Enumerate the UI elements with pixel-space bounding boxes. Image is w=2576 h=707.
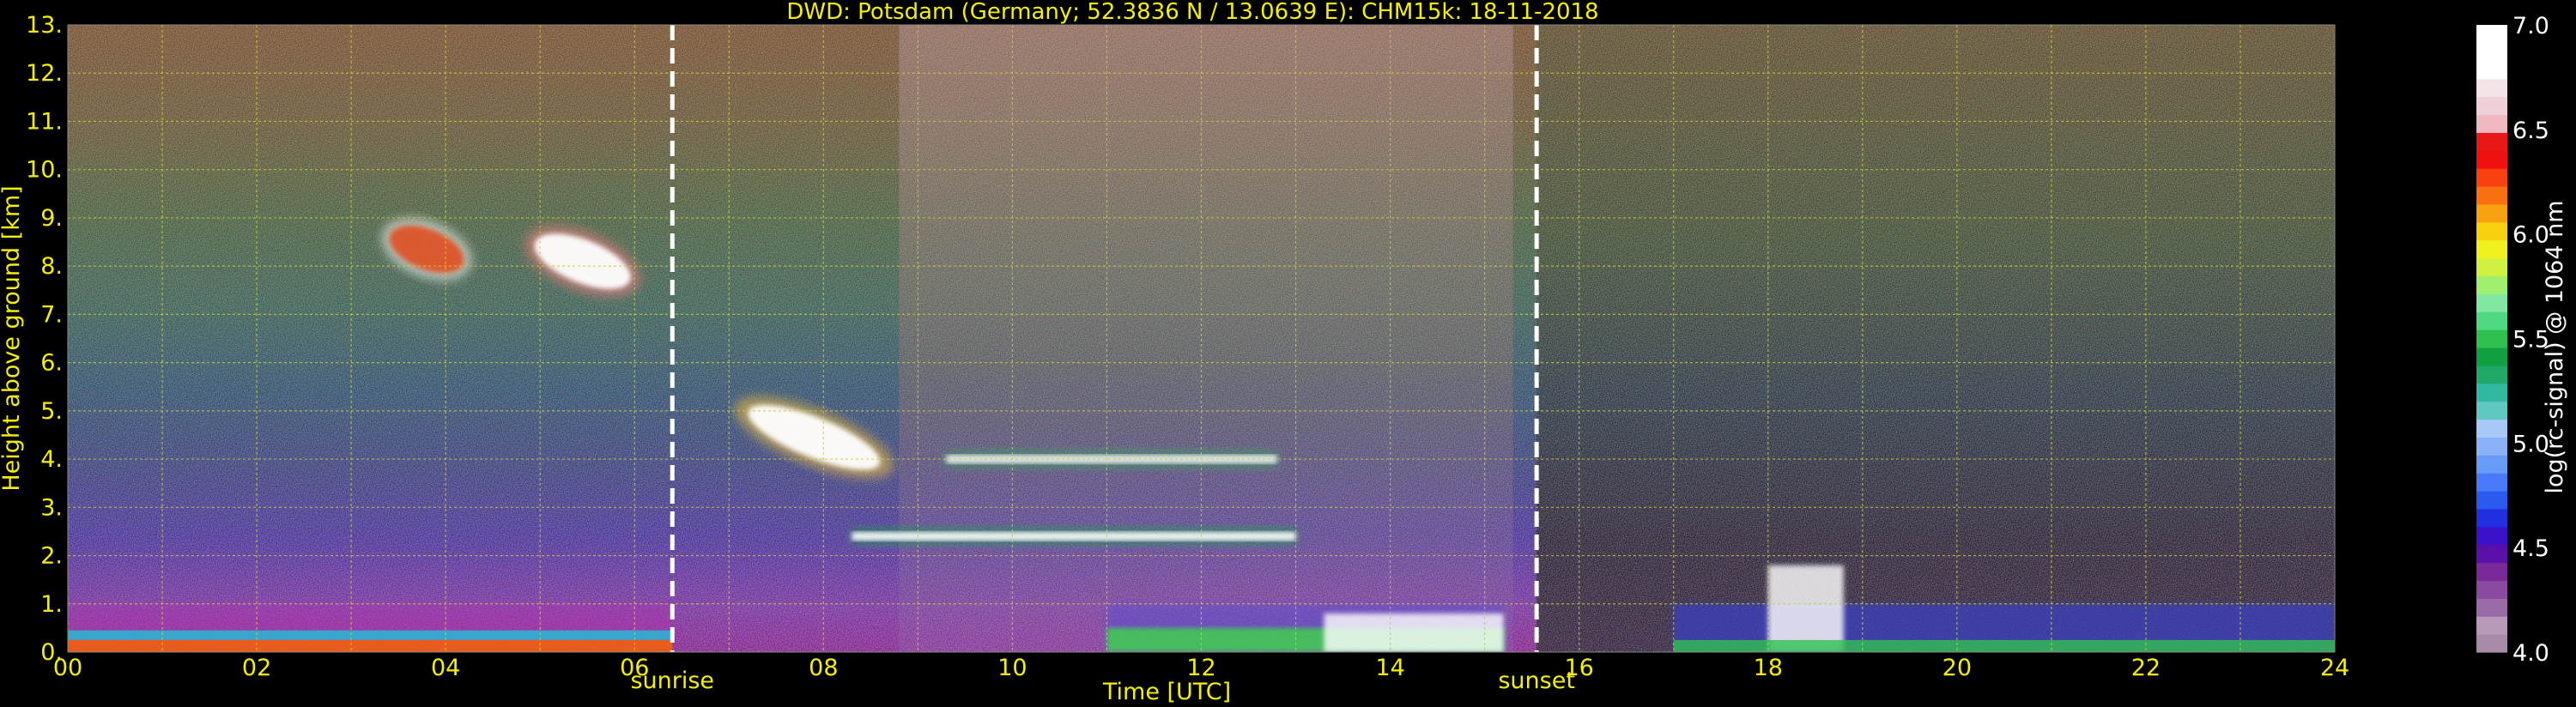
colorbar-swatch <box>2476 132 2507 151</box>
colorbar-swatch <box>2476 78 2507 98</box>
x-tick-label: 04 <box>431 655 460 681</box>
colorbar-tick-label: 4.0 <box>2512 640 2549 667</box>
colorbar-swatch <box>2476 239 2507 259</box>
colorbar-swatch <box>2476 473 2507 492</box>
colorbar-tick-label: 7.0 <box>2512 13 2549 39</box>
x-tick-label: 08 <box>809 655 838 681</box>
colorbar-swatch <box>2476 257 2507 276</box>
colorbar-swatch <box>2476 598 2507 617</box>
colorbar-label: log(rc-signal) @ 1064 nm <box>2542 200 2568 493</box>
x-tick-label: 22 <box>2131 655 2161 681</box>
event-label-sunrise: sunrise <box>630 668 714 694</box>
y-tick-label: 12. <box>26 60 63 87</box>
y-axis-label: Height above ground [km] <box>0 185 25 491</box>
colorbar-swatch <box>2476 526 2507 546</box>
colorbar-swatch <box>2476 168 2507 187</box>
y-tick-label: 0. <box>40 639 63 666</box>
feature-boundary-layer-2 <box>1106 603 1504 652</box>
colorbar-swatch <box>2476 580 2507 599</box>
y-tick-label: 6. <box>40 350 63 377</box>
x-tick-label: 18 <box>1754 655 1783 681</box>
colorbar-swatch <box>2476 25 2507 44</box>
colorbar-swatch <box>2476 401 2507 420</box>
colorbar-swatch <box>2476 508 2507 528</box>
x-tick-label: 20 <box>1943 655 1972 681</box>
x-tick-label: 14 <box>1375 655 1404 681</box>
y-tick-label: 8. <box>40 253 63 280</box>
colorbar-swatch <box>2476 114 2507 133</box>
y-tick-label: 10. <box>26 157 63 184</box>
colorbar-tick-label: 4.5 <box>2512 535 2549 562</box>
colorbar-swatch <box>2476 60 2507 80</box>
y-tick-label: 13. <box>26 12 63 39</box>
y-tick-label: 11. <box>26 108 63 135</box>
colorbar-swatch <box>2476 185 2507 205</box>
x-tick-label: 10 <box>997 655 1027 681</box>
colorbar-swatch <box>2476 419 2507 438</box>
y-tick-label: 1. <box>40 591 63 618</box>
ceilometer-chart: 00 02 04 06 08 10 12 14 16 18 20 22 240.1.2.3.4.5.6.… <box>0 0 2568 705</box>
y-tick-label: 3. <box>40 494 63 521</box>
colorbar-swatch <box>2476 42 2507 62</box>
colorbar-swatch <box>2476 383 2507 402</box>
colorbar-swatch <box>2476 293 2507 312</box>
y-tick-label: 9. <box>40 205 63 232</box>
colorbar-swatch <box>2476 544 2507 564</box>
colorbar-swatch <box>2476 491 2507 510</box>
y-tick-label: 4. <box>40 446 63 473</box>
colorbar-swatch <box>2476 616 2507 635</box>
colorbar: 4.04.55.05.56.06.57.0 <box>2476 13 2549 667</box>
y-tick-label: 2. <box>40 543 63 570</box>
colorbar-swatch <box>2476 634 2507 653</box>
chart-title: DWD: Potsdam (Germany; 52.3836 N / 13.06… <box>786 0 1598 25</box>
colorbar-swatch <box>2476 562 2507 582</box>
colorbar-swatch <box>2476 203 2507 223</box>
x-axis-label: Time [UTC] <box>1102 679 1231 705</box>
y-tick-label: 5. <box>40 398 63 425</box>
colorbar-tick-label: 6.5 <box>2512 118 2549 144</box>
x-tick-label: 02 <box>242 655 271 681</box>
y-tick-label: 7. <box>40 301 63 328</box>
colorbar-swatch <box>2476 365 2507 384</box>
colorbar-swatch <box>2476 437 2507 456</box>
colorbar-swatch <box>2476 455 2507 474</box>
colorbar-swatch <box>2476 96 2507 116</box>
colorbar-swatch <box>2476 221 2507 241</box>
x-tick-label: 12 <box>1186 655 1215 681</box>
colorbar-swatch <box>2476 329 2507 348</box>
plot-area <box>68 25 2335 652</box>
x-tick-label: 24 <box>2320 655 2349 681</box>
feature-boundary-layer-1 <box>68 603 673 652</box>
event-label-sunset: sunset <box>1498 668 1575 694</box>
colorbar-swatch <box>2476 150 2507 169</box>
colorbar-swatch <box>2476 275 2507 294</box>
colorbar-swatch <box>2476 311 2507 330</box>
colorbar-swatch <box>2476 347 2507 366</box>
